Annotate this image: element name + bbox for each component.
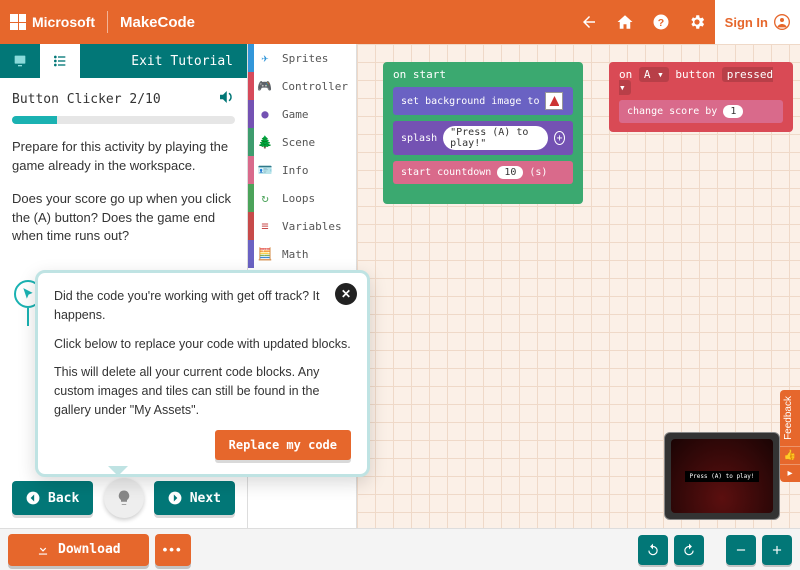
tutorial-text: Prepare for this activity by playing the…: [12, 138, 235, 246]
block-on-start[interactable]: on start set background image to splash …: [383, 62, 583, 204]
sign-in-label: Sign In: [725, 15, 768, 30]
block-splash[interactable]: splash "Press (A) to play!" +: [393, 121, 573, 155]
lightbulb-icon: [115, 489, 133, 507]
replace-code-button[interactable]: Replace my code: [215, 430, 351, 460]
button-dropdown[interactable]: A ▾: [639, 67, 669, 82]
next-button[interactable]: Next: [154, 481, 235, 515]
zoom-in-button[interactable]: [762, 535, 792, 565]
toolbox-cat-info[interactable]: 🪪Info: [248, 156, 356, 184]
toolbox-cat-controller[interactable]: 🎮Controller: [248, 72, 356, 100]
home-icon[interactable]: [607, 0, 643, 44]
arrow-left-icon: [26, 491, 40, 505]
feedback-label: Feedback: [780, 390, 797, 446]
tutorial-topbar: Exit Tutorial: [0, 44, 247, 78]
toolbox-cat-math[interactable]: 🧮Math: [248, 240, 356, 268]
simulator-preview[interactable]: Press (A) to play!: [664, 432, 780, 520]
toolbox-cat-game[interactable]: ●Game: [248, 100, 356, 128]
exit-tutorial-button[interactable]: Exit Tutorial: [80, 54, 247, 69]
image-picker-icon[interactable]: [545, 92, 563, 110]
toolbox-cat-scene[interactable]: 🌲Scene: [248, 128, 356, 156]
tutorial-title: Button Clicker 2/10: [12, 92, 161, 107]
toolbox-cat-variables[interactable]: ≡Variables: [248, 212, 356, 240]
sign-in-button[interactable]: Sign In: [715, 0, 800, 44]
audio-icon[interactable]: [217, 88, 235, 110]
block-on-button[interactable]: on A ▾ button pressed ▾ change score by …: [609, 62, 793, 132]
app-header: Microsoft MakeCode ? Sign In: [0, 0, 800, 44]
user-icon: [774, 14, 790, 30]
splash-text[interactable]: "Press (A) to play!": [443, 126, 548, 150]
arrow-right-icon: [168, 491, 182, 505]
svg-text:?: ?: [657, 17, 663, 29]
score-delta[interactable]: 1: [723, 105, 743, 118]
tutorial-p2: Does your score go up when you click the…: [12, 190, 235, 247]
replace-code-popup: ✕ Did the code you're working with get o…: [35, 270, 370, 477]
popup-l2: Click below to replace your code with up…: [54, 335, 351, 354]
download-label: Download: [58, 542, 121, 557]
undo-button[interactable]: [638, 535, 668, 565]
workspace[interactable]: on start set background image to splash …: [357, 44, 800, 528]
on-start-hat: on start: [393, 68, 573, 81]
undo-icon: [646, 543, 660, 557]
toolbox-cat-sprites[interactable]: ✈Sprites: [248, 44, 356, 72]
view-steps-button[interactable]: [40, 44, 80, 78]
brand-name: MakeCode: [120, 14, 195, 31]
countdown-value[interactable]: 10: [497, 166, 523, 179]
close-icon[interactable]: ✕: [335, 283, 357, 305]
minus-icon: [734, 543, 748, 557]
header-divider: [107, 11, 108, 33]
popup-l3: This will delete all your current code b…: [54, 363, 351, 419]
footer: Download •••: [0, 528, 800, 570]
redo-icon: [682, 543, 696, 557]
download-more-button[interactable]: •••: [155, 534, 191, 566]
back-label: Back: [48, 491, 79, 506]
redo-button[interactable]: [674, 535, 704, 565]
download-button[interactable]: Download: [8, 534, 149, 566]
on-button-hat: on A ▾ button pressed ▾: [619, 68, 783, 94]
tutorial-progress: [12, 116, 235, 124]
toolbox-cat-loops[interactable]: ↻Loops: [248, 184, 356, 212]
plus-icon[interactable]: +: [554, 131, 565, 145]
thumbs-up-icon[interactable]: 👍: [780, 446, 800, 464]
help-icon[interactable]: ?: [643, 0, 679, 44]
back-icon[interactable]: [571, 0, 607, 44]
zoom-out-button[interactable]: [726, 535, 756, 565]
microsoft-logo: Microsoft: [10, 14, 95, 30]
popup-l1: Did the code you're working with get off…: [54, 287, 351, 325]
ms-grid-icon: [10, 14, 26, 30]
block-set-bg[interactable]: set background image to: [393, 87, 573, 115]
back-button[interactable]: Back: [12, 481, 93, 515]
view-simulator-button[interactable]: [0, 44, 40, 78]
block-countdown[interactable]: start countdown 10 (s): [393, 161, 573, 184]
plus-icon: [770, 543, 784, 557]
collapse-icon[interactable]: ▸: [780, 464, 800, 482]
tutorial-p1: Prepare for this activity by playing the…: [12, 138, 235, 176]
next-label: Next: [190, 491, 221, 506]
download-icon: [36, 543, 50, 557]
sim-text: Press (A) to play!: [685, 471, 758, 482]
org-name: Microsoft: [32, 14, 95, 30]
block-change-score[interactable]: change score by 1: [619, 100, 783, 123]
feedback-tab[interactable]: Feedback 👍 ▸: [780, 390, 800, 482]
cursor-icon: [21, 287, 35, 301]
gear-icon[interactable]: [679, 0, 715, 44]
